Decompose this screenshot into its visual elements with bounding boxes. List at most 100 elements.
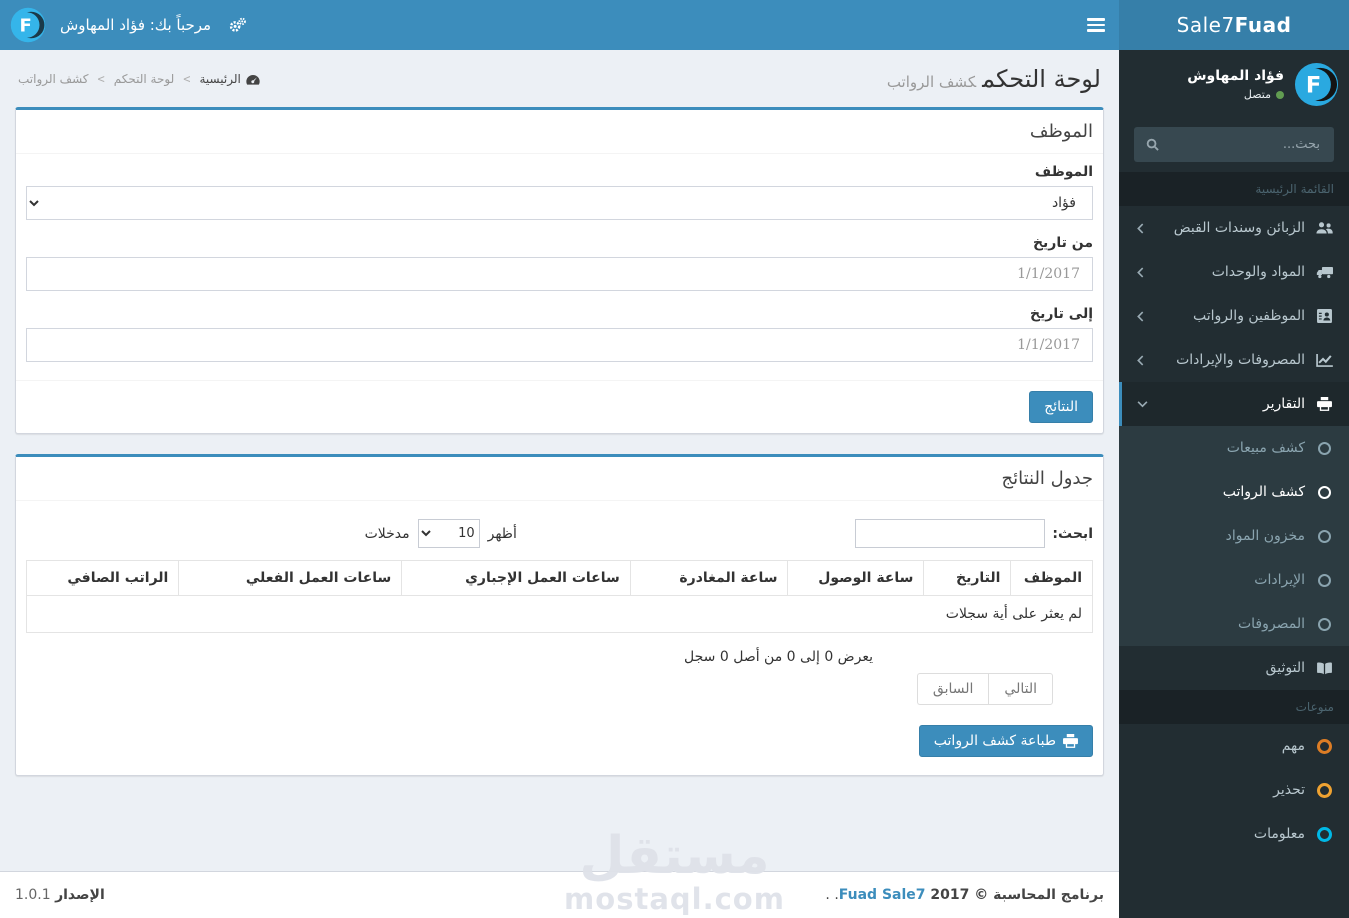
submenu-item-sales-report[interactable]: كشف مبيعات <box>1119 426 1349 470</box>
col-employee: الموظف <box>1010 560 1093 596</box>
line-chart-icon <box>1314 353 1334 367</box>
col-departure-time: ساعة المغادرة <box>629 560 789 596</box>
sidebar-item-reports[interactable]: التقارير <box>1119 382 1349 426</box>
employee-select[interactable]: فؤاد <box>26 186 1093 220</box>
svg-text:F: F <box>1306 72 1321 98</box>
brand-logo[interactable]: Fuad Sale7 <box>1119 0 1349 50</box>
submenu-item-revenues[interactable]: الإيرادات <box>1119 558 1349 602</box>
results-submit-button[interactable]: النتائج <box>1029 391 1093 423</box>
circle-o-icon <box>1314 529 1334 543</box>
chevron-left-icon <box>1137 311 1144 322</box>
print-salary-report-button[interactable]: طباعة كشف الرواتب <box>918 725 1093 757</box>
avatar: F <box>1294 62 1339 107</box>
content-header: لوحة التحكمكشف الرواتب الرئيسية > لوحة ا… <box>15 65 1104 107</box>
sidebar-item-materials[interactable]: المواد والوحدات <box>1119 250 1349 294</box>
menu-section-main: القائمة الرئيسية <box>1119 172 1349 206</box>
sidebar-item-docs[interactable]: التوثيق <box>1119 646 1349 690</box>
settings-cogs-icon[interactable] <box>217 17 258 33</box>
printer-icon <box>1063 734 1078 748</box>
id-card-icon <box>1314 309 1334 323</box>
page-length-select[interactable]: 10 <box>417 519 480 548</box>
chevron-left-icon <box>1137 355 1144 366</box>
breadcrumb-item[interactable]: لوحة التحكم <box>114 72 175 86</box>
table-info-text: يعرض 0 إلى 0 من أصل 0 سجل <box>684 649 873 665</box>
sidebar-item-customers[interactable]: الزبائن وسندات القبض <box>1119 206 1349 250</box>
results-table: الموظف التاريخ ساعة الوصول ساعة المغادرة… <box>25 560 1093 633</box>
book-icon <box>1314 662 1334 675</box>
chevron-down-icon <box>1137 400 1148 408</box>
col-date: التاريخ <box>923 560 1012 596</box>
sidebar-toggle-button[interactable] <box>1073 0 1119 50</box>
to-date-input[interactable] <box>26 328 1093 362</box>
breadcrumb-home-link[interactable]: الرئيسية <box>200 72 260 86</box>
truck-icon <box>1314 266 1334 279</box>
col-actual-hours: ساعات العمل الفعلي <box>178 560 403 596</box>
pagination: التالي السابق <box>916 673 1053 705</box>
chevron-left-icon <box>1137 223 1144 234</box>
user-panel: F فؤاد المهاوش متصل <box>1119 50 1349 115</box>
welcome-user-link[interactable]: مرحباً بك: فؤاد المهاوش <box>54 16 217 34</box>
employee-label: الموظف <box>1034 164 1093 180</box>
circle-info-icon <box>1314 826 1334 842</box>
circle-o-icon <box>1314 573 1334 587</box>
sidebar-item-employees[interactable]: الموظفين والرواتب <box>1119 294 1349 338</box>
svg-text:F: F <box>20 15 32 36</box>
brand-bold: Fuad <box>1234 13 1292 37</box>
reports-submenu: كشف مبيعات كشف الرواتب مخزون المواد الإي… <box>1119 426 1349 646</box>
app: Fuad Sale7 F فؤاد المهاوش متصل بحث... ال… <box>0 0 1349 918</box>
sidebar-search <box>1134 127 1334 162</box>
circle-o-icon <box>1314 617 1334 631</box>
sidebar-item-expenses[interactable]: المصروفات والإيرادات <box>1119 338 1349 382</box>
results-box: جدول النتائج ابحث: أظهر 10 مدخلات الموظف… <box>15 454 1104 776</box>
table-search-control: ابحث: <box>855 519 1093 548</box>
user-status: متصل <box>1187 88 1284 101</box>
breadcrumb-item-current: كشف الرواتب <box>18 72 89 86</box>
employee-filter-box: الموظف الموظف فؤاد من تاريخ إلى تاريخ <box>15 107 1104 434</box>
copyright-text: برنامج المحاسبة © 2017 Fuad Sale7. . <box>825 887 1104 903</box>
sidebar-item-label: التقارير <box>1262 396 1305 412</box>
main-column: مرحباً بك: فؤاد المهاوش F لوحة التحكمكشف… <box>0 0 1119 918</box>
footer: برنامج المحاسبة © 2017 Fuad Sale7. . الإ… <box>0 871 1119 918</box>
circle-important-icon <box>1314 738 1334 754</box>
filter-box-title: الموظف <box>16 110 1103 154</box>
submenu-item-salary-report[interactable]: كشف الرواتب <box>1119 470 1349 514</box>
printer-icon <box>1314 397 1334 411</box>
breadcrumb-separator: > <box>97 72 105 86</box>
page-title: لوحة التحكمكشف الرواتب <box>886 65 1101 93</box>
dashboard-icon <box>246 74 260 85</box>
sidebar-search-input[interactable] <box>1165 136 1322 153</box>
from-date-label: من تاريخ <box>1032 235 1093 251</box>
users-icon <box>1314 221 1334 235</box>
table-length-control: أظهر 10 مدخلات <box>365 519 517 548</box>
version-text: الإصدار 1.0.1 <box>15 887 105 903</box>
submenu-item-expenses-report[interactable]: المصروفات <box>1119 602 1349 646</box>
from-date-input[interactable] <box>26 257 1093 291</box>
sidebar-item-label: الزبائن وسندات القبض <box>1173 220 1305 236</box>
chevron-left-icon <box>1137 267 1144 278</box>
to-date-label: إلى تاريخ <box>1029 306 1093 322</box>
page-subtitle: كشف الرواتب <box>886 73 977 91</box>
submenu-item-stock-report[interactable]: مخزون المواد <box>1119 514 1349 558</box>
breadcrumb: الرئيسية > لوحة التحكم > كشف الرواتب <box>18 72 260 86</box>
navbar-logo[interactable]: F <box>10 7 46 43</box>
col-required-hours: ساعات العمل الإجباري <box>401 560 631 596</box>
menu-section-misc: منوعات <box>1119 690 1349 724</box>
circle-o-icon <box>1314 485 1334 499</box>
sidebar-item-warning[interactable]: تحذير <box>1119 768 1349 812</box>
online-status-icon <box>1276 90 1284 99</box>
table-search-input[interactable] <box>855 519 1046 548</box>
col-arrival-time: ساعة الوصول <box>787 560 925 596</box>
sidebar-item-information[interactable]: معلومات <box>1119 812 1349 856</box>
sidebar-item-important[interactable]: مهم <box>1119 724 1349 768</box>
search-icon[interactable] <box>1146 138 1159 151</box>
empty-table-message: لم يعثر على أية سجلات <box>26 595 1093 633</box>
next-page-button[interactable]: التالي <box>988 673 1053 705</box>
misc-menu: مهم تحذير معلومات <box>1119 724 1349 856</box>
previous-page-button[interactable]: السابق <box>916 673 989 705</box>
circle-o-icon <box>1314 441 1334 455</box>
table-row: لم يعثر على أية سجلات <box>26 595 1093 633</box>
table-search-label: ابحث: <box>1052 525 1093 542</box>
sidebar-item-label: المصروفات والإيرادات <box>1176 352 1305 368</box>
brand-footer-link[interactable]: Fuad Sale7 <box>839 887 926 903</box>
sidebar-item-label: الموظفين والرواتب <box>1193 308 1305 324</box>
